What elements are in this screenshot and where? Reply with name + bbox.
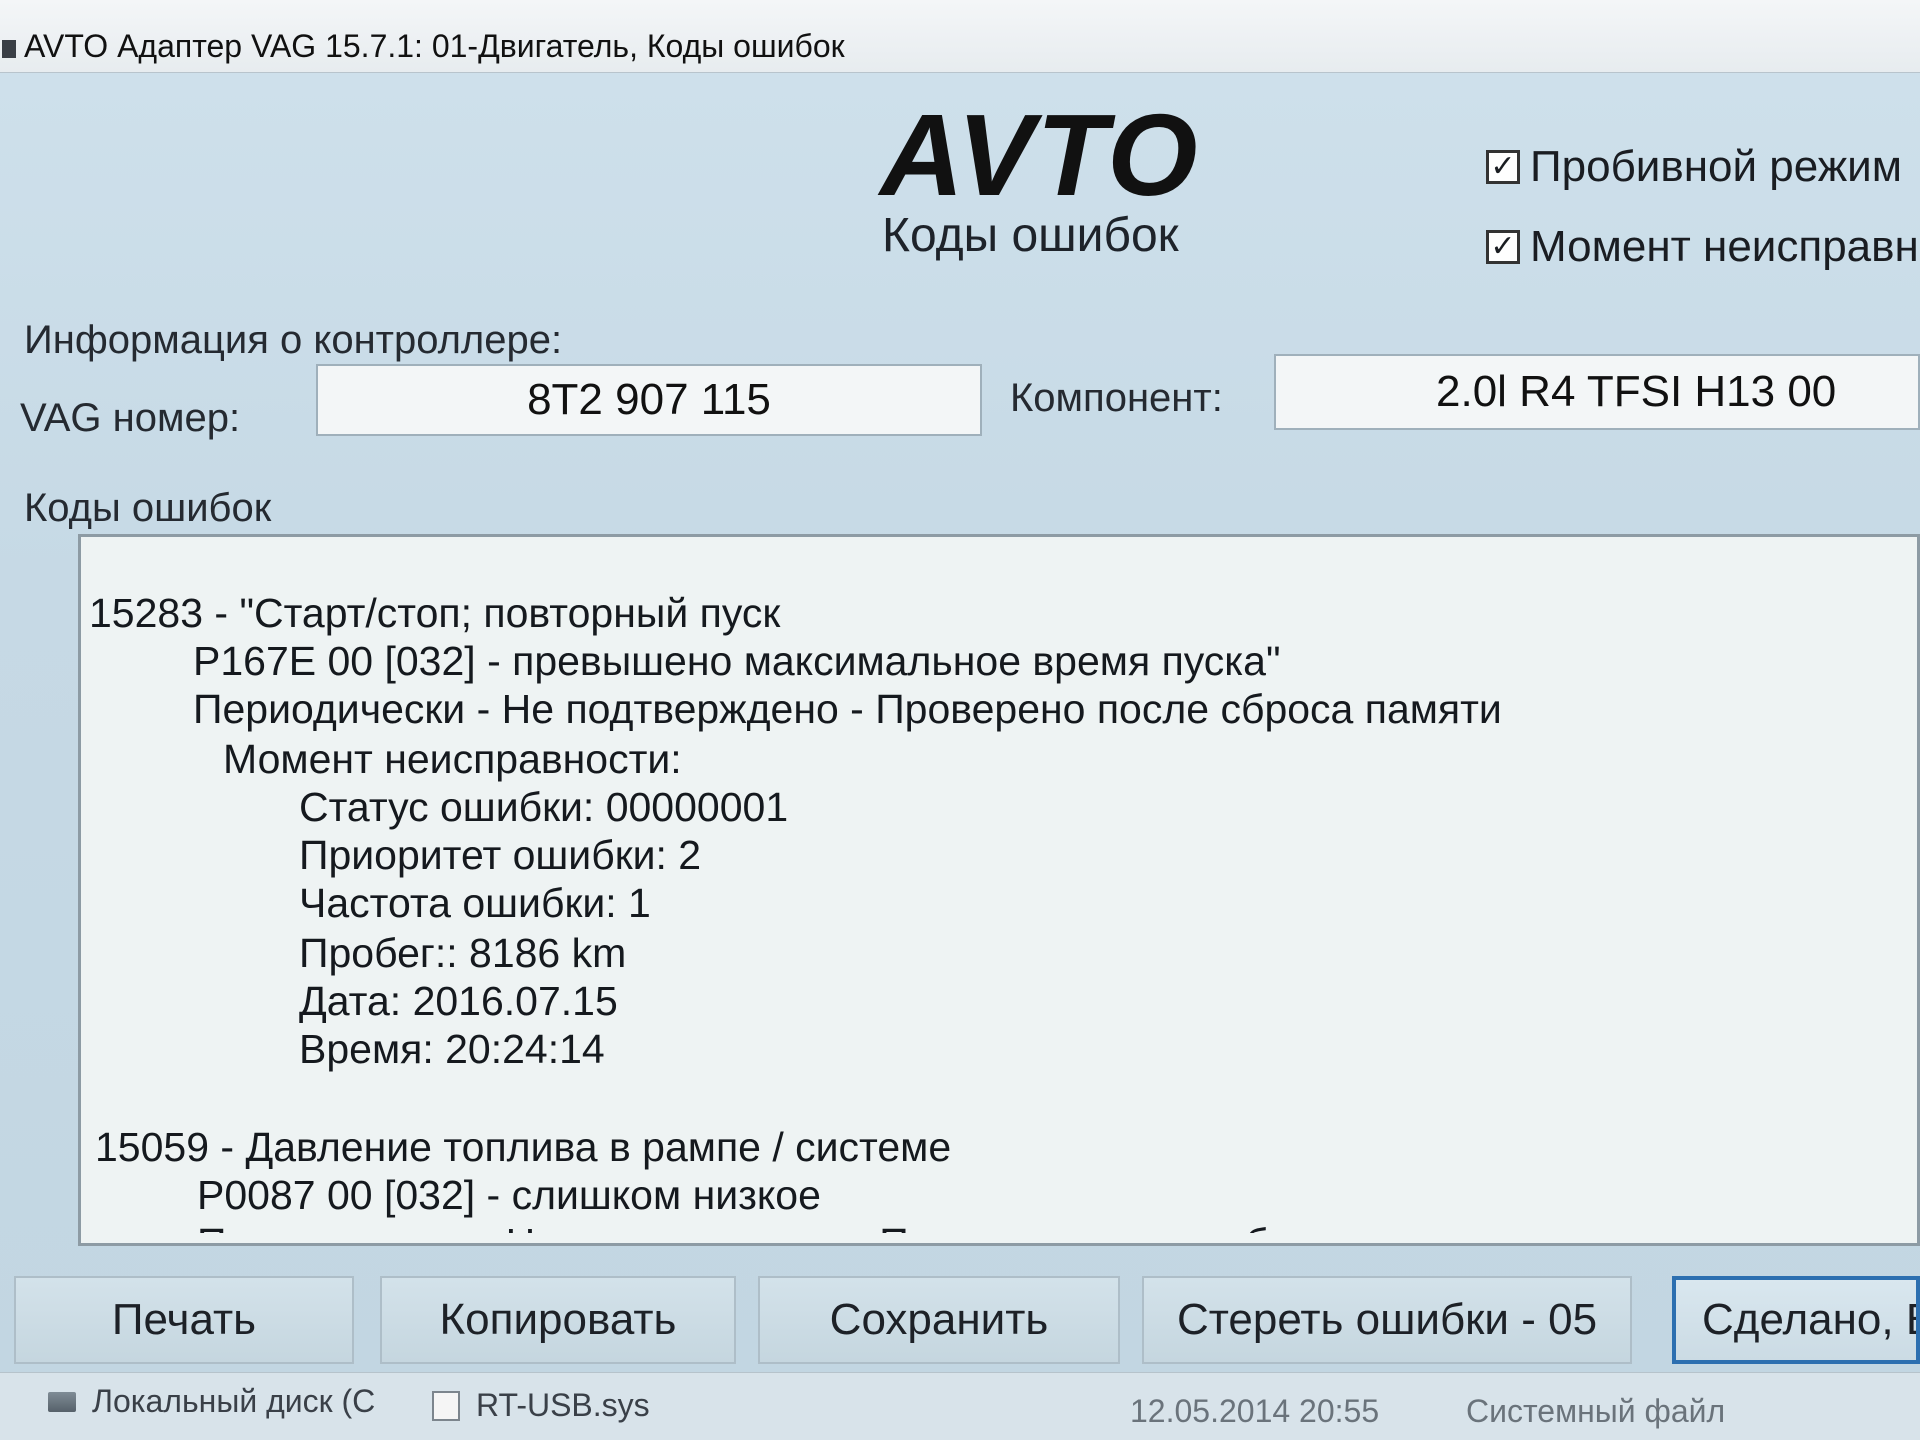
fault-code-line: Дата: 2016.07.15 [299, 978, 618, 1024]
component-value: 2.0l R4 TFSI H13 00 [1436, 367, 1837, 416]
main-window: AVTO Адаптер VAG 15.7.1: 01-Двигатель, К… [0, 0, 1920, 1440]
print-button[interactable]: Печать [14, 1276, 354, 1364]
fault-code-line: Пробег:: 8186 km [299, 930, 627, 976]
component-field: 2.0l R4 TFSI H13 00 [1274, 354, 1920, 430]
window-title: AVTO Адаптер VAG 15.7.1: 01-Двигатель, К… [24, 28, 845, 64]
file-name: RT-USB.sys [476, 1387, 650, 1423]
fault-code-line: Периодически - Не подтверждено - Провере… [193, 686, 1502, 732]
brand-logo: AVTO [880, 90, 1200, 220]
page-title: Коды ошибок [882, 209, 1179, 262]
fault-moment-label: Момент неисправн [1530, 222, 1919, 271]
fault-codes-textarea[interactable]: 15283 - "Старт/стоп; повторный пуск P167… [78, 534, 1920, 1246]
fault-code-line: Время: 20:24:14 [299, 1026, 605, 1072]
file-type: Системный файл [1466, 1393, 1726, 1429]
drive-icon [48, 1391, 76, 1412]
controller-info-label: Информация о контроллере: [24, 318, 563, 362]
fault-code-line: Частота ошибки: 1 [299, 880, 651, 926]
file-icon [432, 1390, 460, 1421]
fault-code-line: Момент неисправности: [223, 736, 682, 782]
file-item[interactable]: RT-USB.sys [432, 1387, 650, 1424]
fault-code-line: P167E 00 [032] - превышено максимальное … [193, 638, 1281, 684]
title-bar: AVTO Адаптер VAG 15.7.1: 01-Двигатель, К… [0, 0, 1920, 73]
file-date: 12.05.2014 20:55 [1130, 1393, 1380, 1429]
breakthrough-mode-label: Пробивной режим [1530, 142, 1903, 191]
save-button[interactable]: Сохранить [758, 1276, 1120, 1364]
checkmark-icon: ✓ [1486, 230, 1520, 264]
fault-code-line: P0087 00 [032] - слишком низкое [197, 1172, 821, 1218]
fault-code-line: Статус ошибки: 00000001 [299, 784, 789, 830]
fault-code-line: 15283 - "Старт/стоп; повторный пуск [89, 590, 781, 636]
breakthrough-mode-checkbox[interactable]: ✓ Пробивной режим [1486, 142, 1902, 192]
local-drive-item[interactable]: Локальный диск (C [48, 1383, 375, 1420]
vag-number-field: 8T2 907 115 [316, 364, 982, 436]
fault-code-line: Приоритет ошибки: 2 [299, 832, 702, 878]
local-drive-label: Локальный диск (C [92, 1383, 376, 1419]
component-label: Компонент: [1010, 376, 1223, 420]
vag-number-value: 8T2 907 115 [527, 375, 771, 424]
vag-number-label: VAG номер: [20, 396, 241, 440]
fault-moment-checkbox[interactable]: ✓ Момент неисправн [1486, 222, 1919, 272]
file-list-strip: Локальный диск (C RT-USB.sys 12.05.2014 … [0, 1372, 1920, 1440]
copy-button[interactable]: Копировать [380, 1276, 736, 1364]
clear-faults-button[interactable]: Стереть ошибки - 05 [1142, 1276, 1632, 1364]
done-button[interactable]: Сделано, В [1672, 1276, 1920, 1364]
fault-code-line: 15059 - Давление топлива в рампе / систе… [95, 1124, 952, 1170]
app-icon [2, 40, 16, 58]
checkmark-icon: ✓ [1486, 150, 1520, 184]
fault-codes-label: Коды ошибок [24, 486, 272, 530]
